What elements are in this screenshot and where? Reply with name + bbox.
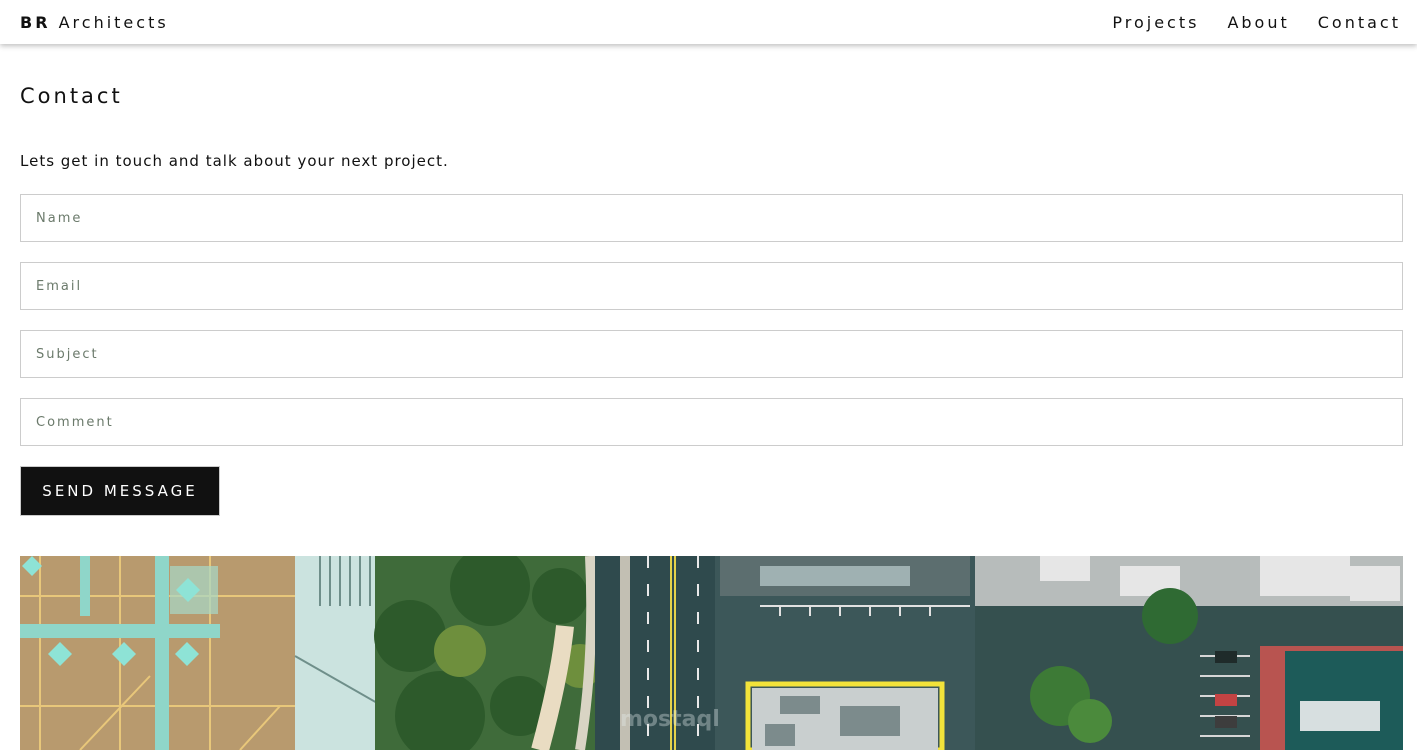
email-input[interactable] [20,262,1403,310]
nav-link-about[interactable]: About [1227,13,1289,32]
contact-intro-text: Lets get in touch and talk about your ne… [20,152,449,170]
page-title: Contact [20,84,123,108]
main-nav: Projects About Contact [1084,13,1401,32]
nav-link-contact[interactable]: Contact [1318,13,1401,32]
top-navbar: BR Architects Projects About Contact [0,0,1417,44]
aerial-city-image: mostaql [20,556,1403,750]
comment-input[interactable] [20,398,1403,446]
brand-logo[interactable]: BR Architects [20,13,169,32]
name-input[interactable] [20,194,1403,242]
brand-initials: BR [20,12,51,32]
watermark-text: mostaql [620,707,720,732]
brand-name: Architects [50,12,169,32]
nav-link-projects[interactable]: Projects [1112,13,1199,32]
subject-input[interactable] [20,330,1403,378]
send-message-button[interactable]: SEND MESSAGE [20,466,220,516]
